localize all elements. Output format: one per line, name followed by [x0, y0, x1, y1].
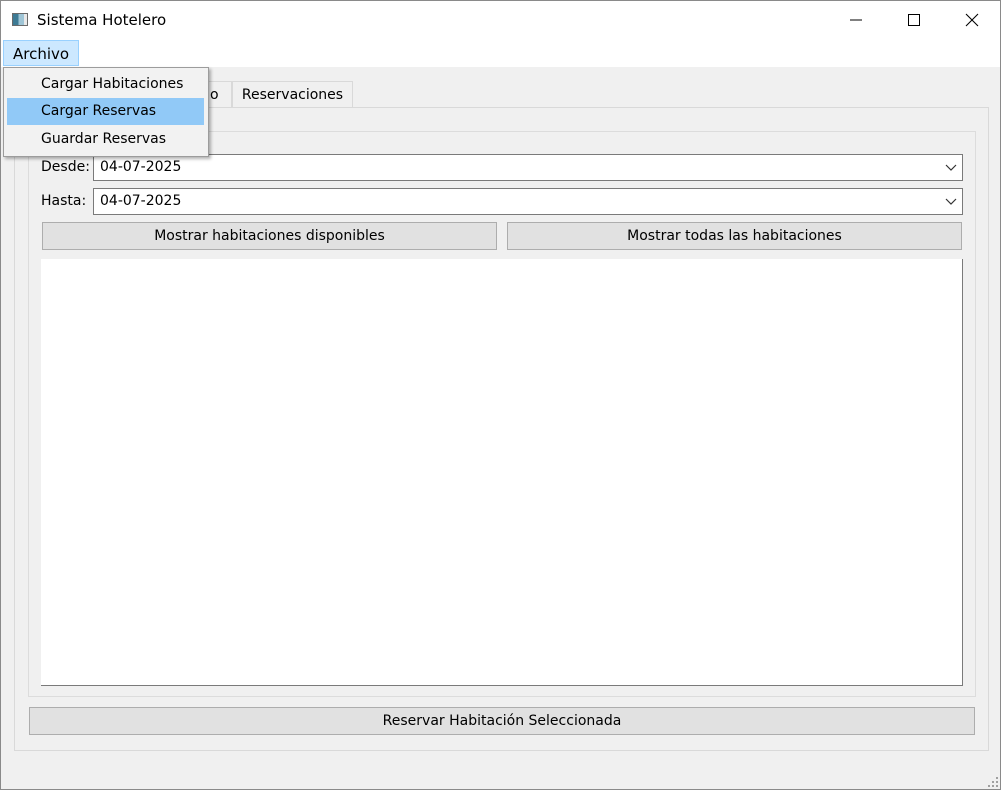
close-button[interactable]: [943, 1, 1000, 39]
minimize-icon: [850, 19, 862, 21]
desde-date-value: 04-07-2025: [100, 159, 182, 175]
desde-label: Desde:: [41, 159, 90, 175]
rooms-list[interactable]: [41, 259, 963, 686]
close-icon: [965, 13, 979, 27]
show-all-rooms-button[interactable]: Mostrar todas las habitaciones: [507, 222, 962, 250]
hasta-date-value: 04-07-2025: [100, 193, 182, 209]
app-window-icon: [12, 13, 28, 26]
archivo-dropdown-menu: Cargar Habitaciones Cargar Reservas Guar…: [3, 67, 209, 157]
menu-archivo[interactable]: Archivo: [3, 40, 80, 66]
resize-grip-icon[interactable]: [988, 777, 998, 787]
hasta-date-picker[interactable]: 04-07-2025: [93, 188, 963, 215]
maximize-icon: [908, 14, 920, 26]
menu-item-cargar-habitaciones[interactable]: Cargar Habitaciones: [7, 71, 204, 98]
minimize-button[interactable]: [827, 1, 885, 39]
reserve-selected-room-button[interactable]: Reservar Habitación Seleccionada: [29, 707, 975, 735]
hasta-label: Hasta:: [41, 193, 87, 209]
menu-item-cargar-reservas[interactable]: Cargar Reservas: [7, 98, 204, 125]
chevron-down-icon[interactable]: [945, 163, 957, 173]
tab-disponibilidad-label: o: [210, 87, 219, 103]
show-available-rooms-button[interactable]: Mostrar habitaciones disponibles: [42, 222, 497, 250]
maximize-button[interactable]: [885, 1, 943, 39]
title-bar[interactable]: Sistema Hotelero: [1, 1, 1000, 39]
desde-date-picker[interactable]: 04-07-2025: [93, 154, 963, 181]
window-title: Sistema Hotelero: [37, 11, 167, 29]
tab-reservaciones[interactable]: Reservaciones: [232, 81, 353, 108]
menu-bar: Archivo: [1, 39, 1000, 67]
main-window: Sistema Hotelero Archivo o Reservaciones…: [0, 0, 1001, 790]
menu-item-guardar-reservas[interactable]: Guardar Reservas: [7, 126, 204, 153]
chevron-down-icon[interactable]: [945, 197, 957, 207]
